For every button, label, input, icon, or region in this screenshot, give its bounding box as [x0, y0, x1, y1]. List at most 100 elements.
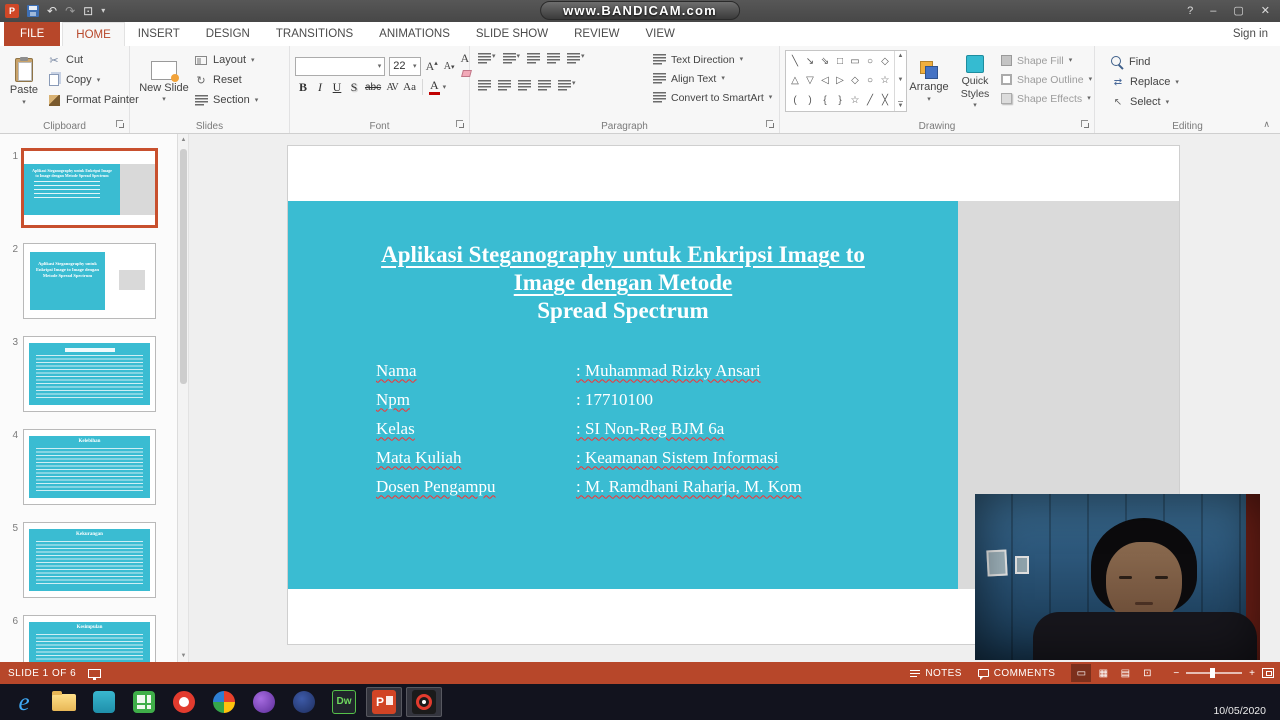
- line-spacing-button[interactable]: ▾: [567, 53, 585, 64]
- increase-font-size-button[interactable]: A: [425, 59, 439, 74]
- change-case-button[interactable]: Aa: [401, 78, 418, 96]
- sign-in-button[interactable]: Sign in: [1233, 22, 1268, 46]
- reading-view-button[interactable]: ▤: [1115, 664, 1135, 682]
- notes-button[interactable]: NOTES: [910, 667, 961, 679]
- taskbar-icon-photos[interactable]: [206, 687, 242, 717]
- taskbar-icon-internet-explorer[interactable]: e: [6, 687, 42, 717]
- tab-review[interactable]: REVIEW: [561, 22, 632, 46]
- shape-button[interactable]: △: [789, 74, 801, 87]
- columns-button[interactable]: ▾: [558, 80, 576, 91]
- shape-button[interactable]: (: [789, 94, 801, 107]
- shape-button[interactable]: ╲: [789, 55, 801, 68]
- normal-view-button[interactable]: ▭: [1071, 664, 1092, 682]
- fit-slide-to-window-button[interactable]: [1262, 668, 1274, 678]
- clipboard-dialog-launcher[interactable]: [116, 120, 125, 129]
- taskbar-icon-app-purple[interactable]: [246, 687, 282, 717]
- start-slideshow-icon[interactable]: ⊡: [83, 5, 93, 17]
- shape-button[interactable]: ☆: [849, 94, 861, 107]
- slideshow-view-button[interactable]: ⊡: [1137, 664, 1157, 682]
- paste-button[interactable]: Paste ▾: [5, 48, 43, 116]
- numbering-button[interactable]: ▾: [502, 53, 520, 64]
- shape-button[interactable]: ○: [864, 74, 876, 87]
- maximize-button[interactable]: ▢: [1233, 5, 1243, 17]
- taskbar-icon-app-teal[interactable]: [86, 687, 122, 717]
- slide-thumbnail-4[interactable]: 4 Kelebihan: [0, 429, 177, 505]
- decrease-font-size-button[interactable]: A: [443, 61, 456, 72]
- shape-button[interactable]: {: [819, 94, 831, 107]
- help-button[interactable]: ?: [1187, 5, 1193, 17]
- comments-button[interactable]: COMMENTS: [977, 668, 1056, 680]
- justify-button[interactable]: [538, 80, 551, 91]
- customize-quick-access-icon[interactable]: ▾: [101, 7, 105, 15]
- tab-design[interactable]: DESIGN: [193, 22, 263, 46]
- reset-button[interactable]: ↻ Reset: [194, 70, 258, 90]
- shape-button[interactable]: ): [804, 94, 816, 107]
- tab-insert[interactable]: INSERT: [125, 22, 193, 46]
- shape-button[interactable]: □: [834, 55, 846, 68]
- taskbar-icon-bandicam[interactable]: [406, 687, 442, 717]
- underline-button[interactable]: U: [329, 78, 345, 96]
- format-painter-button[interactable]: Format Painter: [47, 90, 139, 110]
- tab-home[interactable]: HOME: [62, 22, 125, 46]
- decrease-indent-button[interactable]: [527, 53, 541, 64]
- font-dialog-launcher[interactable]: [456, 120, 465, 129]
- align-left-button[interactable]: [478, 80, 491, 91]
- slide-thumbnail-1[interactable]: 1 Aplikasi Steganography untuk Enkripsi I…: [0, 148, 177, 228]
- slide-thumbnail-6[interactable]: 6 Kesimpulan: [0, 615, 177, 662]
- text-direction-button[interactable]: Text Direction ▾: [652, 50, 772, 69]
- scroll-up-icon[interactable]: ▲: [898, 53, 904, 59]
- scroll-down-icon[interactable]: ▼: [898, 77, 904, 83]
- scroll-down-icon[interactable]: ▼: [178, 653, 189, 659]
- align-right-button[interactable]: [518, 80, 531, 91]
- taskbar-icon-file-explorer[interactable]: [46, 687, 82, 717]
- increase-indent-button[interactable]: [547, 53, 561, 64]
- zoom-in-button[interactable]: +: [1249, 668, 1255, 679]
- slide-thumbnail-5[interactable]: 5 Kekurangan: [0, 522, 177, 598]
- section-button[interactable]: Section ▾: [194, 90, 258, 110]
- center-button[interactable]: [498, 80, 511, 91]
- taskbar-icon-powerpoint[interactable]: P: [366, 687, 402, 717]
- shape-button[interactable]: ◁: [819, 74, 831, 87]
- minimize-button[interactable]: –: [1210, 5, 1216, 17]
- shape-fill-button[interactable]: Shape Fill ▾: [1001, 51, 1092, 70]
- shape-button[interactable]: ╳: [879, 94, 891, 107]
- collapse-ribbon-button[interactable]: ∧: [1263, 119, 1270, 130]
- shape-gallery-scrollbar[interactable]: ▲ ▼ ▼: [894, 51, 906, 111]
- arrange-button[interactable]: Arrange ▾: [908, 48, 950, 116]
- tab-file[interactable]: FILE: [4, 22, 61, 46]
- font-name-combobox[interactable]: ▾: [295, 56, 386, 76]
- text-shadow-button[interactable]: S: [346, 78, 362, 96]
- find-button[interactable]: Find: [1111, 52, 1179, 72]
- font-color-button[interactable]: A: [427, 78, 442, 96]
- paragraph-dialog-launcher[interactable]: [766, 120, 775, 129]
- strikethrough-button[interactable]: abc: [363, 78, 383, 96]
- shape-button[interactable]: ◇: [879, 55, 891, 68]
- tab-transitions[interactable]: TRANSITIONS: [263, 22, 366, 46]
- thumbnail-scrollbar[interactable]: ▲ ▼: [178, 134, 189, 662]
- replace-button[interactable]: ⇄ Replace ▾: [1111, 72, 1179, 92]
- align-text-button[interactable]: Align Text ▾: [652, 69, 772, 88]
- shape-button[interactable]: }: [834, 94, 846, 107]
- copy-button[interactable]: Copy ▾: [47, 70, 139, 90]
- shape-button[interactable]: ▽: [804, 74, 816, 87]
- shape-button[interactable]: ╱: [864, 94, 876, 107]
- redo-icon[interactable]: ↷: [65, 5, 75, 17]
- slide-title[interactable]: Aplikasi Steganography untuk Enkripsi Im…: [288, 241, 958, 325]
- gallery-more-icon[interactable]: ▼: [897, 101, 904, 109]
- new-slide-button[interactable]: New Slide ▾: [138, 48, 190, 116]
- scroll-up-icon[interactable]: ▲: [178, 137, 189, 143]
- scrollbar-thumb[interactable]: [180, 149, 187, 384]
- drawing-dialog-launcher[interactable]: [1081, 120, 1090, 129]
- undo-icon[interactable]: ↶: [47, 5, 57, 17]
- italic-button[interactable]: I: [312, 78, 328, 96]
- taskbar-icon-app-navy[interactable]: [286, 687, 322, 717]
- shape-button[interactable]: ☆: [879, 74, 891, 87]
- bullets-button[interactable]: ▾: [478, 53, 496, 64]
- character-spacing-button[interactable]: AV: [384, 78, 400, 96]
- zoom-slider[interactable]: [1186, 668, 1243, 678]
- convert-to-smartart-button[interactable]: Convert to SmartArt ▾: [652, 88, 772, 107]
- taskbar-icon-dreamweaver[interactable]: Dw: [326, 687, 362, 717]
- zoom-slider-thumb[interactable]: [1210, 668, 1216, 678]
- zoom-out-button[interactable]: −: [1173, 668, 1179, 679]
- taskbar-icon-app-red[interactable]: [166, 687, 202, 717]
